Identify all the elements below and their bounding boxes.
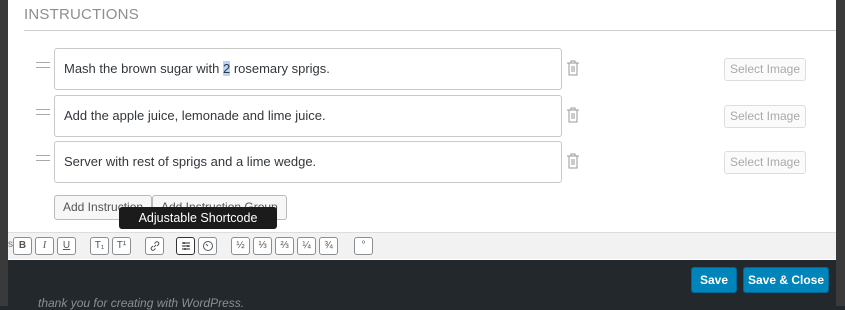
instruction-row: Mash the brown sugar with 2 rosemary spr… xyxy=(8,48,836,90)
timer-button[interactable] xyxy=(198,237,217,255)
tooltip: Adjustable Shortcode xyxy=(119,207,277,229)
instruction-text-pre: Mash the brown sugar with xyxy=(64,61,223,76)
instruction-field[interactable]: Mash the brown sugar with 2 rosemary spr… xyxy=(54,48,562,90)
section-title: INSTRUCTIONS xyxy=(24,6,139,23)
background-footer-text: thank you for creating with WordPress. xyxy=(38,296,245,310)
degree-button[interactable]: ° xyxy=(354,237,373,255)
italic-button[interactable]: I xyxy=(35,237,54,255)
superscript-button[interactable]: T¹ xyxy=(112,237,131,255)
link-icon xyxy=(150,241,159,251)
instruction-field[interactable]: Add the apple juice, lemonade and lime j… xyxy=(54,95,562,137)
drag-handle-icon[interactable] xyxy=(36,109,50,117)
formatting-toolbar: s B I U T₁ T¹ ½ ⅓ ⅔ ¼ ¾ ° xyxy=(8,232,836,259)
instruction-row: Add the apple juice, lemonade and lime j… xyxy=(8,95,836,137)
select-image-button[interactable]: Select Image xyxy=(724,105,806,128)
trash-icon[interactable] xyxy=(566,153,580,169)
fraction-third-button[interactable]: ⅓ xyxy=(253,237,272,255)
fraction-two-thirds-button[interactable]: ⅔ xyxy=(275,237,294,255)
instruction-text: Server with rest of sprigs and a lime we… xyxy=(64,154,317,169)
select-image-button[interactable]: Select Image xyxy=(724,151,806,174)
timer-icon xyxy=(202,241,213,251)
adjustable-icon xyxy=(181,242,190,250)
select-image-button[interactable]: Select Image xyxy=(724,58,806,81)
fraction-three-quarters-button[interactable]: ¾ xyxy=(319,237,338,255)
save-button[interactable]: Save xyxy=(691,267,737,293)
instruction-row: Server with rest of sprigs and a lime we… xyxy=(8,141,836,183)
instruction-text: Add the apple juice, lemonade and lime j… xyxy=(64,108,326,123)
subscript-button[interactable]: T₁ xyxy=(90,237,109,255)
instruction-field[interactable]: Server with rest of sprigs and a lime we… xyxy=(54,141,562,183)
fraction-quarter-button[interactable]: ¼ xyxy=(297,237,316,255)
background-strip-right xyxy=(836,0,845,306)
adjustable-shortcode-button[interactable] xyxy=(176,237,195,255)
link-button[interactable] xyxy=(145,237,164,255)
fraction-half-button[interactable]: ½ xyxy=(231,237,250,255)
underline-button[interactable]: U xyxy=(57,237,76,255)
trash-icon[interactable] xyxy=(566,107,580,123)
trash-icon[interactable] xyxy=(566,60,580,76)
drag-handle-icon[interactable] xyxy=(36,155,50,163)
instruction-text: Mash the brown sugar with 2 rosemary spr… xyxy=(64,61,330,76)
save-close-button[interactable]: Save & Close xyxy=(743,267,829,293)
drag-handle-icon[interactable] xyxy=(36,62,50,70)
section-divider xyxy=(24,30,836,31)
bold-button[interactable]: B xyxy=(13,237,32,255)
instruction-text-post: rosemary sprigs. xyxy=(230,61,330,76)
background-strip-left xyxy=(0,0,8,306)
